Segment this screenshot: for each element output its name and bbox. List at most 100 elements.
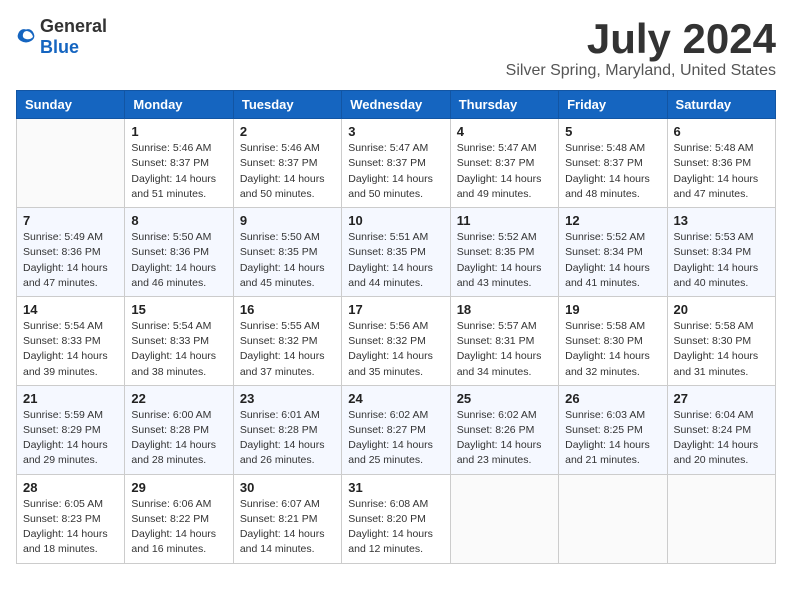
day-info: Sunrise: 5:46 AM Sunset: 8:37 PM Dayligh… (240, 141, 335, 202)
day-info: Sunrise: 5:49 AM Sunset: 8:36 PM Dayligh… (23, 230, 118, 291)
day-info: Sunrise: 6:03 AM Sunset: 8:25 PM Dayligh… (565, 408, 660, 469)
header-row: SundayMondayTuesdayWednesdayThursdayFrid… (17, 91, 776, 119)
calendar-cell: 23 Sunrise: 6:01 AM Sunset: 8:28 PM Dayli… (233, 385, 341, 474)
day-info: Sunrise: 6:05 AM Sunset: 8:23 PM Dayligh… (23, 497, 118, 558)
day-number: 20 (674, 302, 769, 317)
calendar-cell: 12 Sunrise: 5:52 AM Sunset: 8:34 PM Dayli… (559, 208, 667, 297)
location-title: Silver Spring, Maryland, United States (506, 62, 776, 80)
day-number: 9 (240, 213, 335, 228)
day-number: 3 (348, 124, 443, 139)
calendar-cell: 6Sunrise: 5:48 AM Sunset: 8:36 PM Daylig… (667, 119, 775, 208)
day-number: 29 (131, 480, 226, 495)
day-info: Sunrise: 5:54 AM Sunset: 8:33 PM Dayligh… (131, 319, 226, 380)
day-info: Sunrise: 5:58 AM Sunset: 8:30 PM Dayligh… (565, 319, 660, 380)
day-number: 14 (23, 302, 118, 317)
day-number: 17 (348, 302, 443, 317)
calendar-cell: 24 Sunrise: 6:02 AM Sunset: 8:27 PM Dayli… (342, 385, 450, 474)
calendar-cell: 9 Sunrise: 5:50 AM Sunset: 8:35 PM Daylig… (233, 208, 341, 297)
day-info: Sunrise: 5:59 AM Sunset: 8:29 PM Dayligh… (23, 408, 118, 469)
day-info: Sunrise: 5:47 AM Sunset: 8:37 PM Dayligh… (457, 141, 552, 202)
calendar-week: 21Sunrise: 5:59 AM Sunset: 8:29 PM Dayli… (17, 385, 776, 474)
day-info: Sunrise: 5:54 AM Sunset: 8:33 PM Dayligh… (23, 319, 118, 380)
month-title: July 2024 (506, 16, 776, 62)
day-number: 28 (23, 480, 118, 495)
calendar-cell: 16Sunrise: 5:55 AM Sunset: 8:32 PM Dayli… (233, 296, 341, 385)
calendar-cell: 20Sunrise: 5:58 AM Sunset: 8:30 PM Dayli… (667, 296, 775, 385)
calendar-cell: 31 Sunrise: 6:08 AM Sunset: 8:20 PM Dayli… (342, 474, 450, 563)
day-number: 23 (240, 391, 335, 406)
day-number: 13 (674, 213, 769, 228)
calendar-cell (559, 474, 667, 563)
weekday-header: Saturday (667, 91, 775, 119)
weekday-header: Sunday (17, 91, 125, 119)
day-info: Sunrise: 5:56 AM Sunset: 8:32 PM Dayligh… (348, 319, 443, 380)
title-area: July 2024 Silver Spring, Maryland, Unite… (506, 16, 776, 80)
day-info: Sunrise: 5:47 AM Sunset: 8:37 PM Dayligh… (348, 141, 443, 202)
logo-general: General (40, 16, 107, 36)
day-number: 22 (131, 391, 226, 406)
weekday-header: Wednesday (342, 91, 450, 119)
day-info: Sunrise: 5:50 AM Sunset: 8:36 PM Dayligh… (131, 230, 226, 291)
calendar-week: 7 Sunrise: 5:49 AM Sunset: 8:36 PM Daylig… (17, 208, 776, 297)
calendar-cell: 18Sunrise: 5:57 AM Sunset: 8:31 PM Dayli… (450, 296, 558, 385)
calendar-cell: 21Sunrise: 5:59 AM Sunset: 8:29 PM Dayli… (17, 385, 125, 474)
logo-text: General Blue (40, 16, 107, 58)
day-info: Sunrise: 6:07 AM Sunset: 8:21 PM Dayligh… (240, 497, 335, 558)
day-info: Sunrise: 6:06 AM Sunset: 8:22 PM Dayligh… (131, 497, 226, 558)
day-number: 31 (348, 480, 443, 495)
calendar-cell: 15Sunrise: 5:54 AM Sunset: 8:33 PM Dayli… (125, 296, 233, 385)
calendar-week: 14 Sunrise: 5:54 AM Sunset: 8:33 PM Dayli… (17, 296, 776, 385)
calendar-cell: 14 Sunrise: 5:54 AM Sunset: 8:33 PM Dayli… (17, 296, 125, 385)
day-number: 30 (240, 480, 335, 495)
day-info: Sunrise: 6:08 AM Sunset: 8:20 PM Dayligh… (348, 497, 443, 558)
calendar-cell (450, 474, 558, 563)
weekday-header: Tuesday (233, 91, 341, 119)
day-number: 5 (565, 124, 660, 139)
calendar-cell: 10 Sunrise: 5:51 AM Sunset: 8:35 PM Dayli… (342, 208, 450, 297)
day-number: 19 (565, 302, 660, 317)
day-info: Sunrise: 6:00 AM Sunset: 8:28 PM Dayligh… (131, 408, 226, 469)
weekday-header: Friday (559, 91, 667, 119)
calendar-cell: 7 Sunrise: 5:49 AM Sunset: 8:36 PM Daylig… (17, 208, 125, 297)
day-number: 10 (348, 213, 443, 228)
calendar-cell: 28 Sunrise: 6:05 AM Sunset: 8:23 PM Dayli… (17, 474, 125, 563)
calendar-cell: 3 Sunrise: 5:47 AM Sunset: 8:37 PM Daylig… (342, 119, 450, 208)
day-number: 7 (23, 213, 118, 228)
day-info: Sunrise: 5:48 AM Sunset: 8:36 PM Dayligh… (674, 141, 769, 202)
day-number: 1 (131, 124, 226, 139)
day-info: Sunrise: 5:50 AM Sunset: 8:35 PM Dayligh… (240, 230, 335, 291)
day-info: Sunrise: 6:02 AM Sunset: 8:26 PM Dayligh… (457, 408, 552, 469)
calendar-cell (17, 119, 125, 208)
calendar-header: SundayMondayTuesdayWednesdayThursdayFrid… (17, 91, 776, 119)
calendar-cell: 26Sunrise: 6:03 AM Sunset: 8:25 PM Dayli… (559, 385, 667, 474)
day-number: 8 (131, 213, 226, 228)
day-number: 24 (348, 391, 443, 406)
day-number: 11 (457, 213, 552, 228)
header: General Blue July 2024 Silver Spring, Ma… (16, 16, 776, 80)
logo-blue: Blue (40, 37, 79, 57)
day-number: 4 (457, 124, 552, 139)
calendar-cell: 11Sunrise: 5:52 AM Sunset: 8:35 PM Dayli… (450, 208, 558, 297)
calendar: SundayMondayTuesdayWednesdayThursdayFrid… (16, 90, 776, 563)
calendar-cell: 17 Sunrise: 5:56 AM Sunset: 8:32 PM Dayli… (342, 296, 450, 385)
day-info: Sunrise: 6:02 AM Sunset: 8:27 PM Dayligh… (348, 408, 443, 469)
logo-icon (16, 27, 36, 47)
calendar-cell (667, 474, 775, 563)
day-info: Sunrise: 5:46 AM Sunset: 8:37 PM Dayligh… (131, 141, 226, 202)
day-number: 12 (565, 213, 660, 228)
day-info: Sunrise: 5:53 AM Sunset: 8:34 PM Dayligh… (674, 230, 769, 291)
calendar-cell: 19 Sunrise: 5:58 AM Sunset: 8:30 PM Dayli… (559, 296, 667, 385)
calendar-cell: 8 Sunrise: 5:50 AM Sunset: 8:36 PM Daylig… (125, 208, 233, 297)
calendar-body: 1 Sunrise: 5:46 AM Sunset: 8:37 PM Daylig… (17, 119, 776, 563)
calendar-cell: 25Sunrise: 6:02 AM Sunset: 8:26 PM Dayli… (450, 385, 558, 474)
day-info: Sunrise: 5:48 AM Sunset: 8:37 PM Dayligh… (565, 141, 660, 202)
day-info: Sunrise: 5:51 AM Sunset: 8:35 PM Dayligh… (348, 230, 443, 291)
day-number: 2 (240, 124, 335, 139)
logo: General Blue (16, 16, 107, 58)
day-info: Sunrise: 5:52 AM Sunset: 8:34 PM Dayligh… (565, 230, 660, 291)
day-info: Sunrise: 6:04 AM Sunset: 8:24 PM Dayligh… (674, 408, 769, 469)
day-number: 27 (674, 391, 769, 406)
day-info: Sunrise: 6:01 AM Sunset: 8:28 PM Dayligh… (240, 408, 335, 469)
day-number: 16 (240, 302, 335, 317)
weekday-header: Thursday (450, 91, 558, 119)
